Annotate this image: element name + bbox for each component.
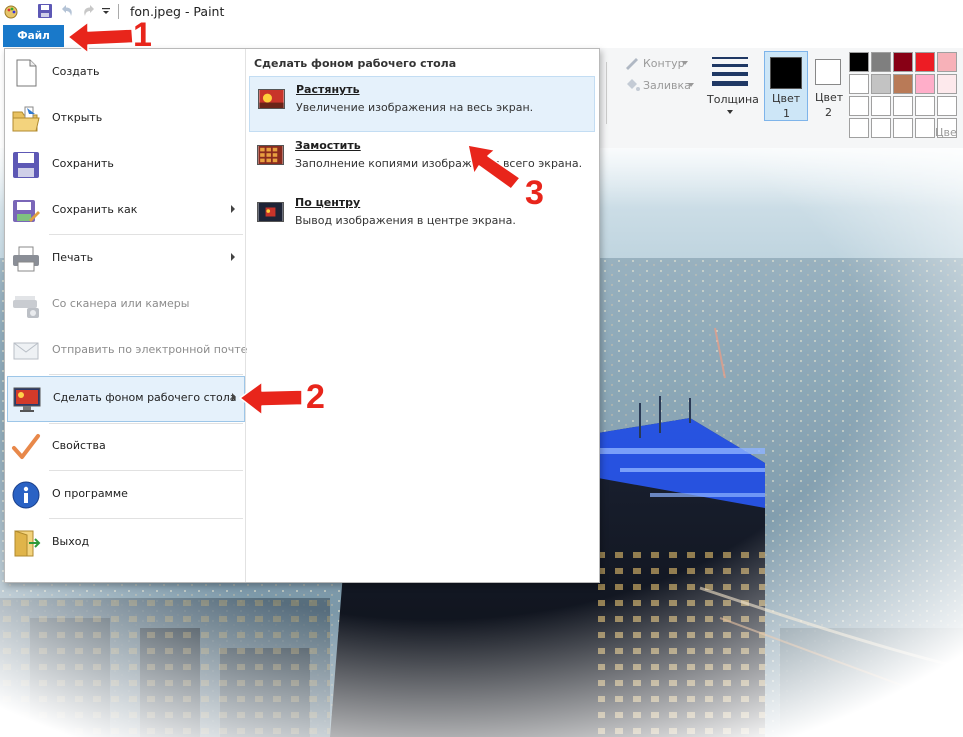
annotation-number-1: 1 <box>133 16 152 54</box>
annotation-number-2: 2 <box>306 378 325 416</box>
annotation-number-3: 3 <box>525 174 544 212</box>
annotation-arrow-1 <box>67 21 134 54</box>
annotation-arrow-3 <box>467 144 521 190</box>
annotation-layer <box>67 21 521 416</box>
annotation-arrow-2 <box>239 381 303 416</box>
